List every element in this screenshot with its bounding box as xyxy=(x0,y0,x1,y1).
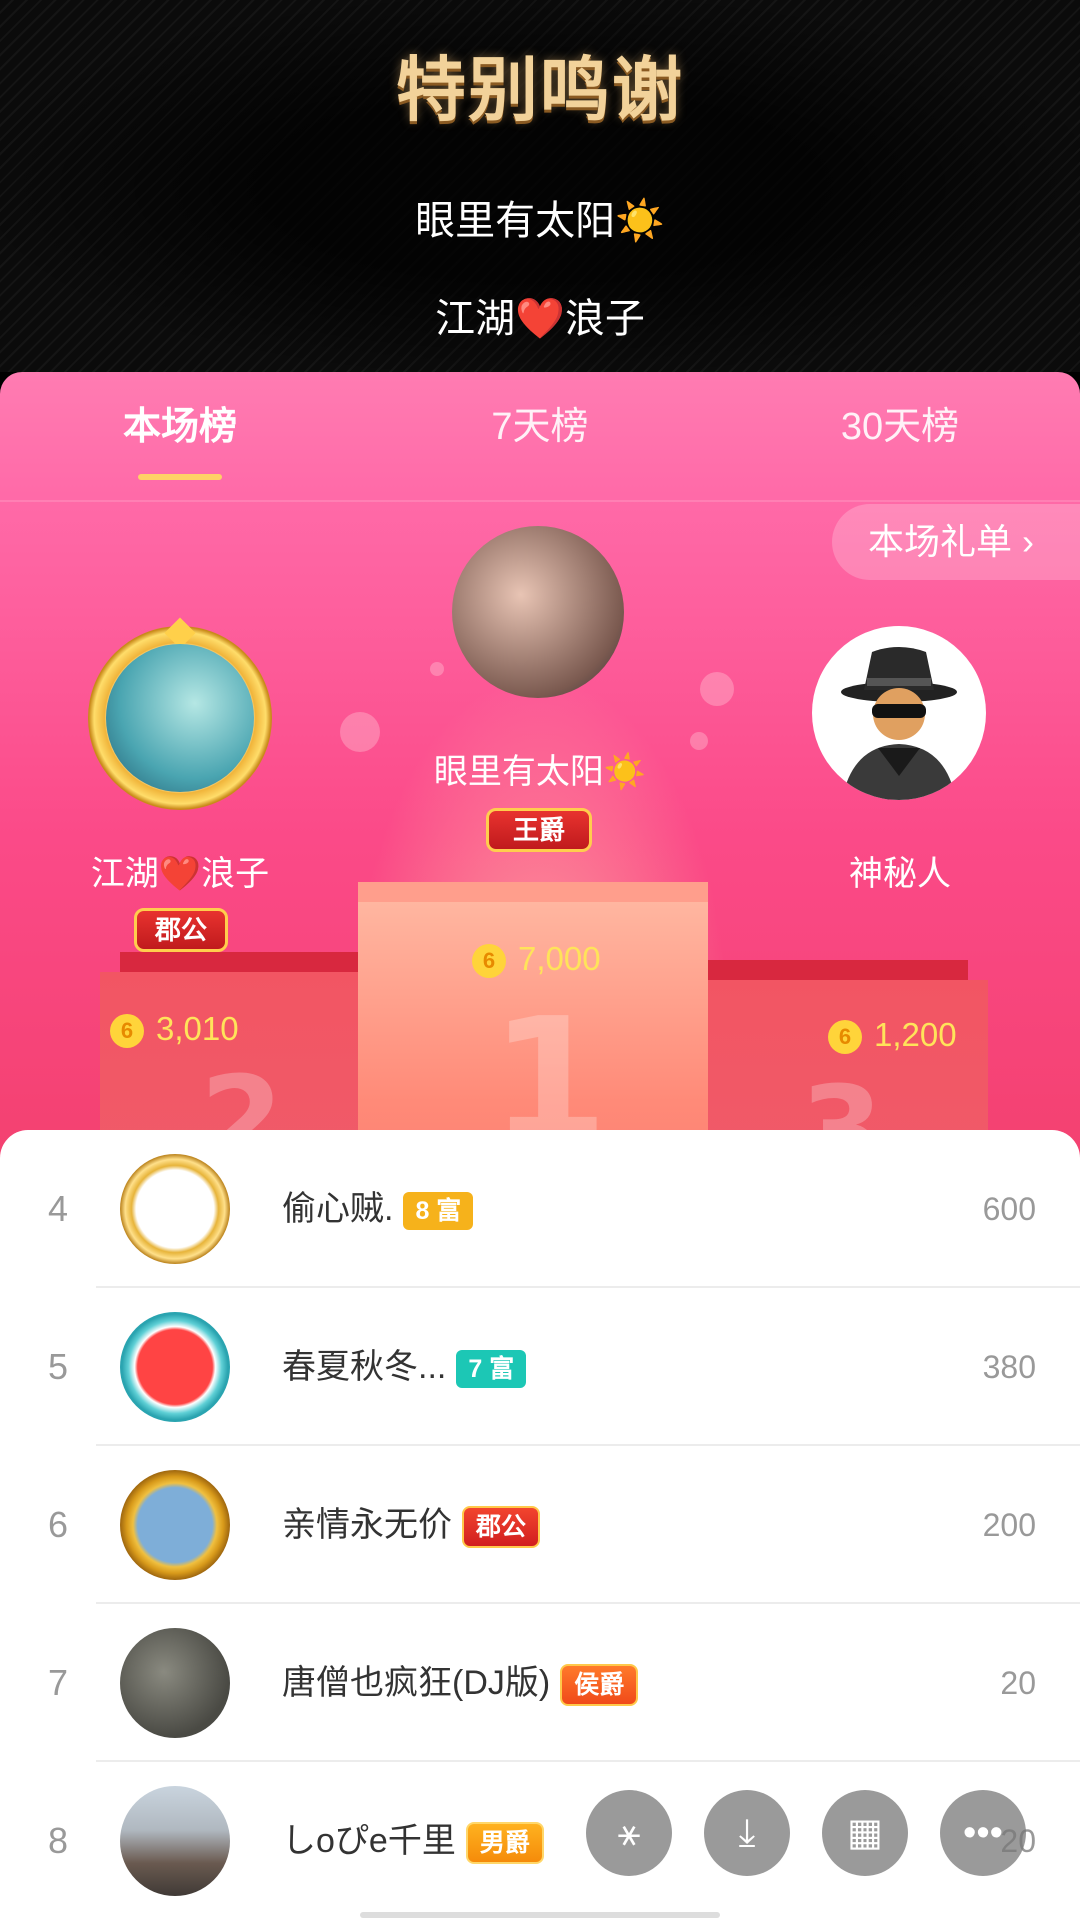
decor-bubble xyxy=(340,712,380,752)
list-name: 唐僧也疯狂(DJ版) 侯爵 xyxy=(282,1604,639,1762)
rank-2-noble-badge: 郡公 xyxy=(134,908,228,952)
list-item[interactable]: 8 しoぴe千里男爵 20 xyxy=(0,1762,1080,1920)
list-item[interactable]: 4 偷心贼. 8 富 600 xyxy=(0,1130,1080,1288)
decor-bubble xyxy=(700,672,734,706)
rank-3-score: 6 1,200 xyxy=(828,1016,957,1055)
more-icon[interactable]: ••• xyxy=(940,1790,1026,1876)
list-avatar xyxy=(120,1470,230,1580)
list-score: 600 xyxy=(982,1191,1036,1227)
rank-2-avatar[interactable] xyxy=(106,644,254,792)
list-name-text: 春夏秋冬... xyxy=(282,1348,447,1386)
noble-badge: 男爵 xyxy=(465,1822,544,1865)
special-thanks-header: 特别鸣谢 眼里有太阳☀️ 江湖❤️浪子 xyxy=(0,0,1080,372)
special-thanks-title: 特别鸣谢 xyxy=(396,51,684,129)
list-rank: 4 xyxy=(47,1188,69,1229)
list-name: 春夏秋冬... 7 富 xyxy=(282,1288,527,1446)
wealth-badge: 8 富 xyxy=(403,1192,474,1231)
rank-1-score-value: 7,000 xyxy=(518,940,601,977)
list-name-text: 偷心贼. xyxy=(282,1190,394,1228)
coin-icon: 6 xyxy=(828,1020,862,1055)
coin-icon: 6 xyxy=(110,1014,144,1049)
rank-3-score-value: 1,200 xyxy=(874,1016,957,1053)
mystery-person-icon xyxy=(841,647,957,800)
rank-2-score: 6 3,010 xyxy=(110,1010,239,1049)
list-rank: 8 xyxy=(47,1820,69,1861)
download-icon[interactable]: ⤓ xyxy=(704,1790,790,1876)
list-item[interactable]: 7 唐僧也疯狂(DJ版) 侯爵 20 xyxy=(0,1604,1080,1762)
coin-icon: 6 xyxy=(472,944,506,979)
list-item[interactable]: 5 春夏秋冬... 7 富 380 xyxy=(0,1288,1080,1446)
rank-2-score-value: 3,010 xyxy=(156,1010,239,1047)
list-item[interactable]: 6 亲情永无价 郡公 200 xyxy=(0,1446,1080,1604)
tab-this-session[interactable]: 本场榜 xyxy=(0,372,360,500)
grid-icon[interactable]: ▦ xyxy=(822,1790,908,1876)
list-rank: 7 xyxy=(47,1662,69,1703)
list-name-text: 亲情永无价 xyxy=(282,1506,452,1544)
list-avatar xyxy=(120,1786,230,1896)
list-avatar xyxy=(120,1154,230,1264)
leaderboard-tabs: 本场榜 7天榜 30天榜 xyxy=(0,372,1080,500)
share-icon[interactable]: ⚹ xyxy=(586,1790,672,1876)
list-rank: 5 xyxy=(47,1346,69,1387)
ranking-list: 4 偷心贼. 8 富 600 5 春夏秋冬... 7 富 380 6 亲情永无价 郡公… xyxy=(0,1130,1080,1920)
noble-badge: 郡公 xyxy=(462,1506,541,1549)
list-name-text: しoぴe千里 xyxy=(282,1822,456,1860)
list-name: 偷心贼. 8 富 xyxy=(282,1130,474,1288)
list-score: 380 xyxy=(982,1349,1036,1385)
rank-2-name: 江湖❤️浪子 xyxy=(90,855,270,893)
rank-3-avatar[interactable] xyxy=(812,626,986,800)
rank-1-score: 6 7,000 xyxy=(472,940,601,979)
wealth-badge: 7 富 xyxy=(456,1350,527,1389)
decor-bubble xyxy=(430,662,444,676)
rank-3-name: 神秘人 xyxy=(849,855,951,893)
home-indicator xyxy=(360,1912,720,1918)
rank-1-avatar[interactable] xyxy=(452,526,624,698)
rank-1-noble-badge: 王爵 xyxy=(486,808,592,852)
list-name: しoぴe千里 男爵 xyxy=(282,1762,544,1920)
list-avatar xyxy=(120,1628,230,1738)
tab-30-days[interactable]: 30天榜 xyxy=(720,372,1080,500)
list-rank: 6 xyxy=(47,1504,69,1545)
list-score: 20 xyxy=(1000,1665,1036,1701)
thanks-name-1: 眼里有太阳☀️ xyxy=(415,199,665,243)
rank-1-name: 眼里有太阳☀️ xyxy=(433,753,647,791)
gift-list-button[interactable]: 本场礼单 › xyxy=(832,504,1080,580)
list-name-text: 唐僧也疯狂(DJ版) xyxy=(282,1664,551,1702)
tab-7-days[interactable]: 7天榜 xyxy=(360,372,720,500)
tabs-divider xyxy=(0,500,1080,502)
list-score: 200 xyxy=(982,1507,1036,1543)
noble-badge: 侯爵 xyxy=(560,1664,639,1707)
thanks-name-2: 江湖❤️浪子 xyxy=(435,297,645,341)
list-avatar xyxy=(120,1312,230,1422)
list-name: 亲情永无价 郡公 xyxy=(282,1446,541,1604)
